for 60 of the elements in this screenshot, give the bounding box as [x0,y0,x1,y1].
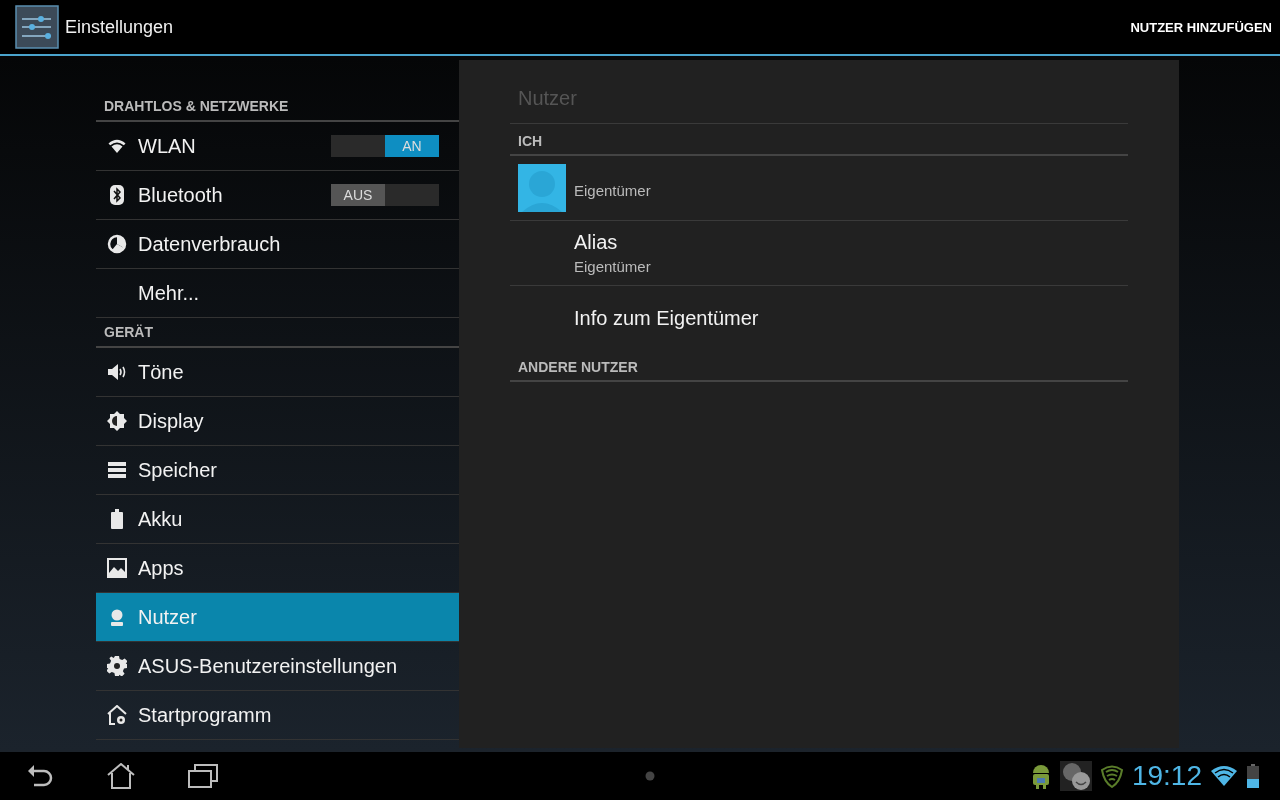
menu-item-label: Akku [138,507,184,531]
menu-item[interactable]: Töne [96,348,459,397]
menu-item-label: WLAN [138,134,197,158]
section-header: ICH [510,124,1128,156]
add-user-button[interactable]: NUTZER HINZUFÜGEN [1130,19,1272,35]
battery-icon [111,509,123,529]
screen-title: Einstellungen [65,16,175,38]
menu-item[interactable]: Bluetooth AUS [96,171,459,220]
preference-summary: Eigentümer [574,258,651,275]
toggle-switch[interactable]: AUS [331,184,439,206]
wifi-signal-icon [1210,765,1238,787]
back-button[interactable] [26,763,54,789]
menu-item[interactable]: Startprogramm [96,691,459,740]
menu-item-label: Startprogramm [138,703,273,727]
menu-item-label: Mehr... [138,281,201,305]
menu-item-label: Datenverbrauch [138,232,282,256]
menu-item-label: Nutzer [138,605,198,629]
menu-item-label: Display [138,409,205,433]
speaker-icon [106,362,128,382]
recent-apps-button[interactable] [188,764,218,788]
preference-summary: Eigentümer [574,181,651,199]
gear-icon [107,656,127,676]
menu-item[interactable]: Datenverbrauch [96,220,459,269]
person-icon [108,608,126,626]
menu-item[interactable]: Akku [96,495,459,544]
clock-text: 19:12 [1131,760,1202,792]
page-dot-icon [644,771,655,781]
picture-icon [107,558,127,578]
menu-item[interactable]: Speicher [96,446,459,495]
preference-row[interactable]: Eigentümer [510,156,1128,221]
battery-icon [1246,764,1260,788]
bluetooth-icon [110,185,124,205]
toggle-thumb: AN [385,135,439,157]
home-button[interactable] [106,763,136,789]
menu-item-label: ASUS-Benutzereinstellungen [138,654,399,678]
preference-title: Alias [574,231,619,254]
preference-title: Info zum Eigentümer [574,306,759,330]
settings-app-icon [15,5,59,49]
preference-row[interactable]: Info zum Eigentümer [510,286,1128,350]
smiley-faces-icon [1059,761,1092,791]
section-header: ANDERE NUTZER [510,350,1128,382]
avatar-placeholder [518,164,566,212]
menu-item-label: Bluetooth [138,183,224,207]
wifi-icon [107,137,127,155]
menu-item[interactable]: WLAN AN [96,122,459,171]
menu-item[interactable]: Display [96,397,459,446]
storage-icon [108,462,126,478]
pie-chart-icon [107,234,127,254]
home-gear-icon [106,705,128,725]
menu-item-label: Töne [138,360,185,384]
menu-item[interactable]: ASUS-Benutzereinstellungen [96,642,459,691]
preference-row[interactable]: Alias Eigentümer [510,221,1128,286]
menu-item-label: Speicher [138,458,218,482]
menu-item-label: Apps [138,556,185,580]
section-header: DRAHTLOS & NETZWERKE [96,92,459,122]
shield-icon [1099,764,1124,788]
section-header: GERÄT [96,318,459,348]
brightness-icon [107,411,127,431]
toggle-thumb: AUS [331,184,385,206]
selected-menu-item[interactable]: Nutzer [96,593,459,642]
